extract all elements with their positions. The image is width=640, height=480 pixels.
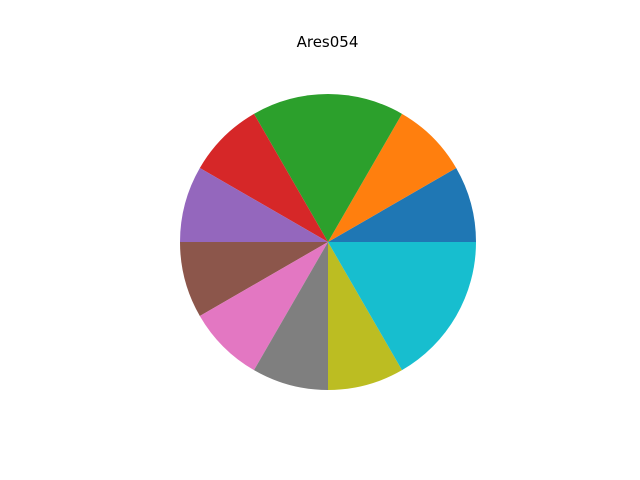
pie-slices bbox=[180, 94, 476, 390]
pie-chart bbox=[180, 94, 476, 390]
chart-figure: Ares054 bbox=[0, 0, 640, 480]
